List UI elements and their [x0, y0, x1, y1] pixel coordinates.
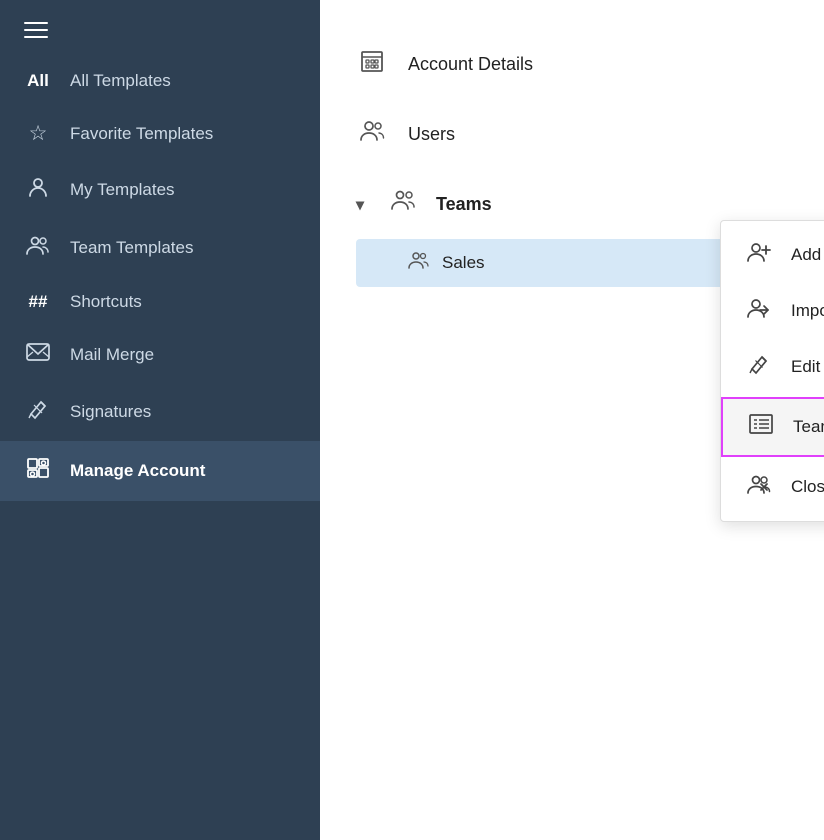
- person-icon: [24, 176, 52, 204]
- sidebar-item-my-templates[interactable]: My Templates: [0, 161, 320, 219]
- sidebar-label-team-templates: Team Templates: [70, 238, 193, 258]
- import-user-icon: [745, 297, 773, 325]
- teams-icon: [388, 188, 420, 221]
- context-label-close-team: Close Team: [791, 477, 824, 497]
- main-panel: Account Details Users ▾: [320, 0, 824, 840]
- sidebar-item-favorite-templates[interactable]: ☆ Favorite Templates: [0, 106, 320, 161]
- add-user-icon: [745, 241, 773, 269]
- ma-item-users[interactable]: Users: [356, 100, 788, 170]
- sidebar-item-mail-merge[interactable]: Mail Merge: [0, 327, 320, 383]
- sidebar-label-signatures: Signatures: [70, 402, 151, 422]
- ma-label-users: Users: [408, 124, 455, 145]
- context-menu-item-add-users[interactable]: Add Users: [721, 227, 824, 283]
- sidebar-label-my-templates: My Templates: [70, 180, 175, 200]
- properties-icon: [747, 413, 775, 441]
- edit-icon: [745, 353, 773, 381]
- close-team-icon: [745, 473, 773, 501]
- sales-team-icon: [408, 249, 430, 277]
- sidebar-item-shortcuts[interactable]: ## Shortcuts: [0, 277, 320, 327]
- shortcuts-prefix: ##: [24, 292, 52, 312]
- chevron-down-icon: ▾: [356, 195, 372, 215]
- context-label-import-users: Import Users: [791, 301, 824, 321]
- ma-item-account-details[interactable]: Account Details: [356, 30, 788, 100]
- all-prefix: All: [24, 71, 52, 91]
- hamburger-button[interactable]: [0, 0, 320, 56]
- context-menu-item-close-team[interactable]: Close Team: [721, 459, 824, 515]
- people-icon: [24, 234, 52, 262]
- settings-icon: [24, 456, 52, 486]
- building-icon: [356, 48, 388, 81]
- teams-label: Teams: [436, 194, 492, 215]
- sidebar-label-favorite-templates: Favorite Templates: [70, 124, 213, 144]
- team-label-sales: Sales: [442, 253, 485, 273]
- star-icon: ☆: [24, 121, 52, 146]
- hamburger-icon[interactable]: [24, 22, 48, 38]
- ma-label-account-details: Account Details: [408, 54, 533, 75]
- sidebar: All All Templates ☆ Favorite Templates M…: [0, 0, 320, 840]
- pen-icon: [24, 398, 52, 426]
- sidebar-item-all-templates[interactable]: All All Templates: [0, 56, 320, 106]
- sidebar-item-manage-account[interactable]: Manage Account: [0, 441, 320, 501]
- sidebar-item-team-templates[interactable]: Team Templates: [0, 219, 320, 277]
- envelope-icon: [24, 342, 52, 368]
- sidebar-item-signatures[interactable]: Signatures: [0, 383, 320, 441]
- context-label-edit-team: Edit Team: [791, 357, 824, 377]
- context-menu-item-edit-team[interactable]: Edit Team: [721, 339, 824, 395]
- context-menu-item-import-users[interactable]: Import Users: [721, 283, 824, 339]
- sidebar-label-manage-account: Manage Account: [70, 461, 205, 481]
- context-menu-item-team-properties[interactable]: Team Properties: [721, 397, 824, 457]
- sidebar-label-mail-merge: Mail Merge: [70, 345, 154, 365]
- users-icon: [356, 118, 388, 151]
- sidebar-nav: All All Templates ☆ Favorite Templates M…: [0, 56, 320, 840]
- context-label-add-users: Add Users: [791, 245, 824, 265]
- sidebar-label-all-templates: All Templates: [70, 71, 171, 91]
- context-menu: Add Users Import Users: [720, 220, 824, 522]
- context-label-team-properties: Team Properties: [793, 417, 824, 437]
- sidebar-label-shortcuts: Shortcuts: [70, 292, 142, 312]
